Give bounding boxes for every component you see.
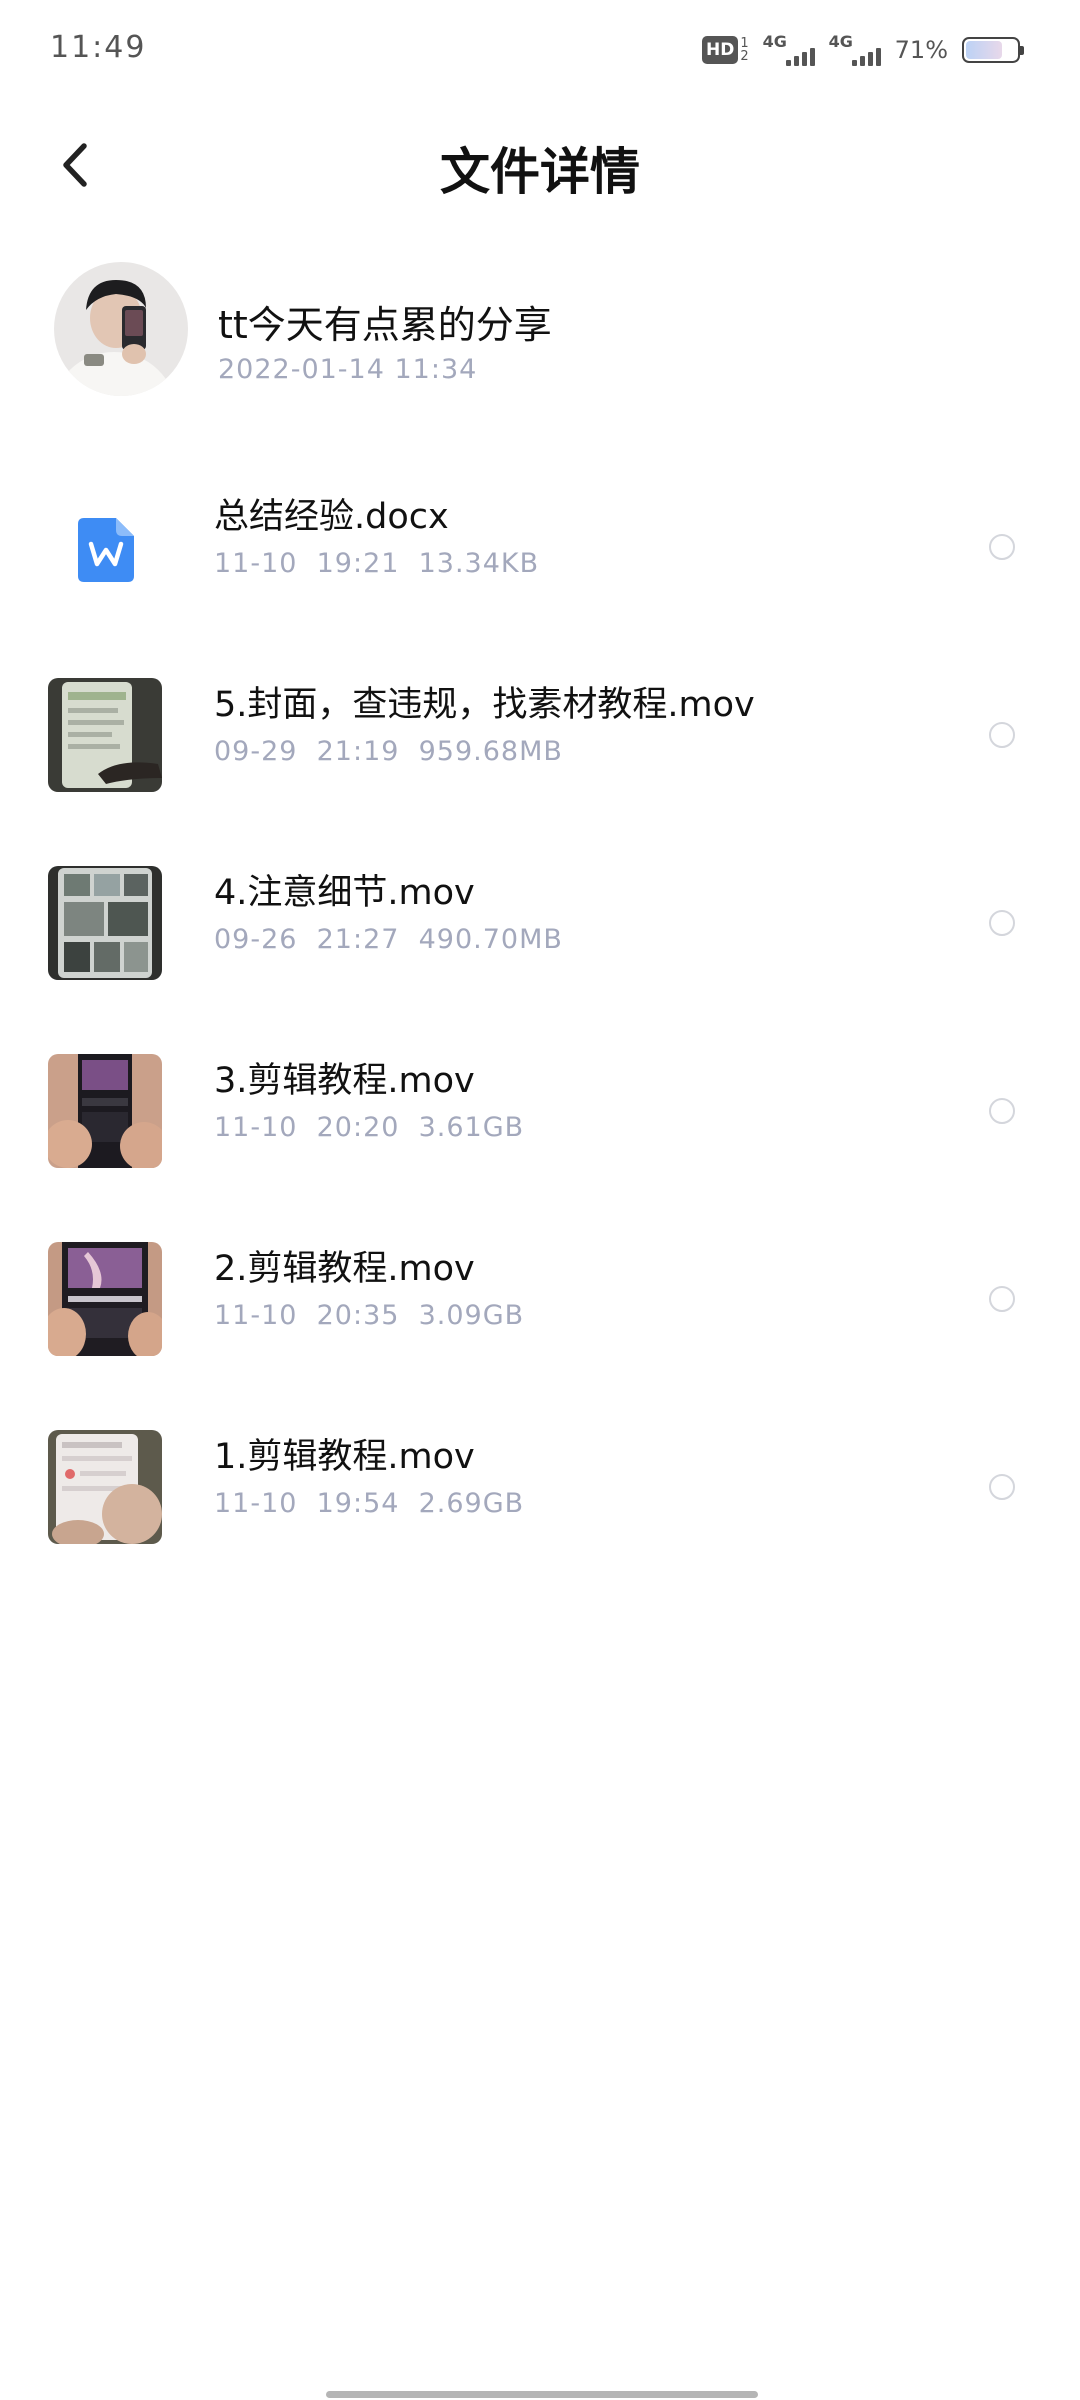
hd-label: HD [702, 36, 739, 64]
status-indicators: HD 1 2 4G 4G 71% [702, 30, 1024, 70]
video-thumbnail [48, 1054, 162, 1168]
select-radio[interactable] [989, 1098, 1015, 1124]
network-type-label: 4G [828, 32, 853, 51]
video-thumbnail [48, 678, 162, 792]
select-radio[interactable] [989, 1286, 1015, 1312]
file-meta: 09-26 21:27 490.70MB [214, 924, 563, 955]
header: 文件详情 [0, 110, 1080, 220]
file-name: 5.封面，查违规，找素材教程.mov [214, 685, 755, 725]
file-row[interactable]: 5.封面，查违规，找素材教程.mov 09-29 21:19 959.68MB [0, 658, 1080, 846]
select-radio[interactable] [989, 722, 1015, 748]
battery-percent: 71% [894, 36, 948, 64]
file-row[interactable]: 4.注意细节.mov 09-26 21:27 490.70MB [0, 846, 1080, 1034]
file-name: 3.剪辑教程.mov [214, 1061, 475, 1101]
file-name: 4.注意细节.mov [214, 873, 475, 913]
status-time: 11:49 [50, 30, 147, 65]
battery-icon [962, 37, 1024, 63]
video-thumbnail [48, 1242, 162, 1356]
file-name: 总结经验.docx [214, 497, 449, 537]
file-name: 1.剪辑教程.mov [214, 1437, 475, 1477]
file-row[interactable]: 总结经验.docx 11-10 19:21 13.34KB [0, 470, 1080, 658]
word-document-icon [78, 518, 134, 582]
select-radio[interactable] [989, 1474, 1015, 1500]
video-thumbnail [48, 866, 162, 980]
signal-strength-icon-sim2: 4G [829, 32, 881, 68]
file-name: 2.剪辑教程.mov [214, 1249, 475, 1289]
sender-timestamp: 2022-01-14 11:34 [218, 354, 478, 385]
battery-cap [1020, 46, 1024, 55]
video-thumbnail [48, 1430, 162, 1544]
battery-level-fill [966, 41, 1002, 59]
avatar-image [54, 262, 188, 396]
file-meta: 11-10 19:21 13.34KB [214, 548, 540, 579]
file-meta: 11-10 20:20 3.61GB [214, 1112, 525, 1143]
hd-voice-icon: HD 1 2 [702, 35, 749, 65]
file-meta: 11-10 20:35 3.09GB [214, 1300, 525, 1331]
file-row[interactable]: 3.剪辑教程.mov 11-10 20:20 3.61GB [0, 1034, 1080, 1222]
select-radio[interactable] [989, 910, 1015, 936]
page-title: 文件详情 [440, 143, 640, 201]
signal-bars [851, 48, 881, 66]
file-list: 总结经验.docx 11-10 19:21 13.34KB 5.封面，查违规，找… [0, 470, 1080, 1598]
sender-info: tt今天有点累的分享 2022-01-14 11:34 [0, 258, 1080, 398]
file-row[interactable]: 2.剪辑教程.mov 11-10 20:35 3.09GB [0, 1222, 1080, 1410]
avatar[interactable] [54, 262, 188, 396]
file-meta: 09-29 21:19 959.68MB [214, 736, 563, 767]
home-indicator[interactable] [326, 2391, 758, 2398]
file-row[interactable]: 1.剪辑教程.mov 11-10 19:54 2.69GB [0, 1410, 1080, 1598]
file-meta: 11-10 19:54 2.69GB [214, 1488, 525, 1519]
signal-bars [785, 48, 815, 66]
signal-strength-icon-sim1: 4G [763, 32, 815, 68]
select-radio[interactable] [989, 534, 1015, 560]
status-bar: 11:49 HD 1 2 4G 4G 71% [0, 0, 1080, 100]
hd-sub-bottom: 2 [740, 49, 749, 64]
network-type-label: 4G [762, 32, 787, 51]
hd-sim-numbers: 1 2 [740, 37, 748, 63]
sender-name: tt今天有点累的分享 [218, 303, 552, 347]
